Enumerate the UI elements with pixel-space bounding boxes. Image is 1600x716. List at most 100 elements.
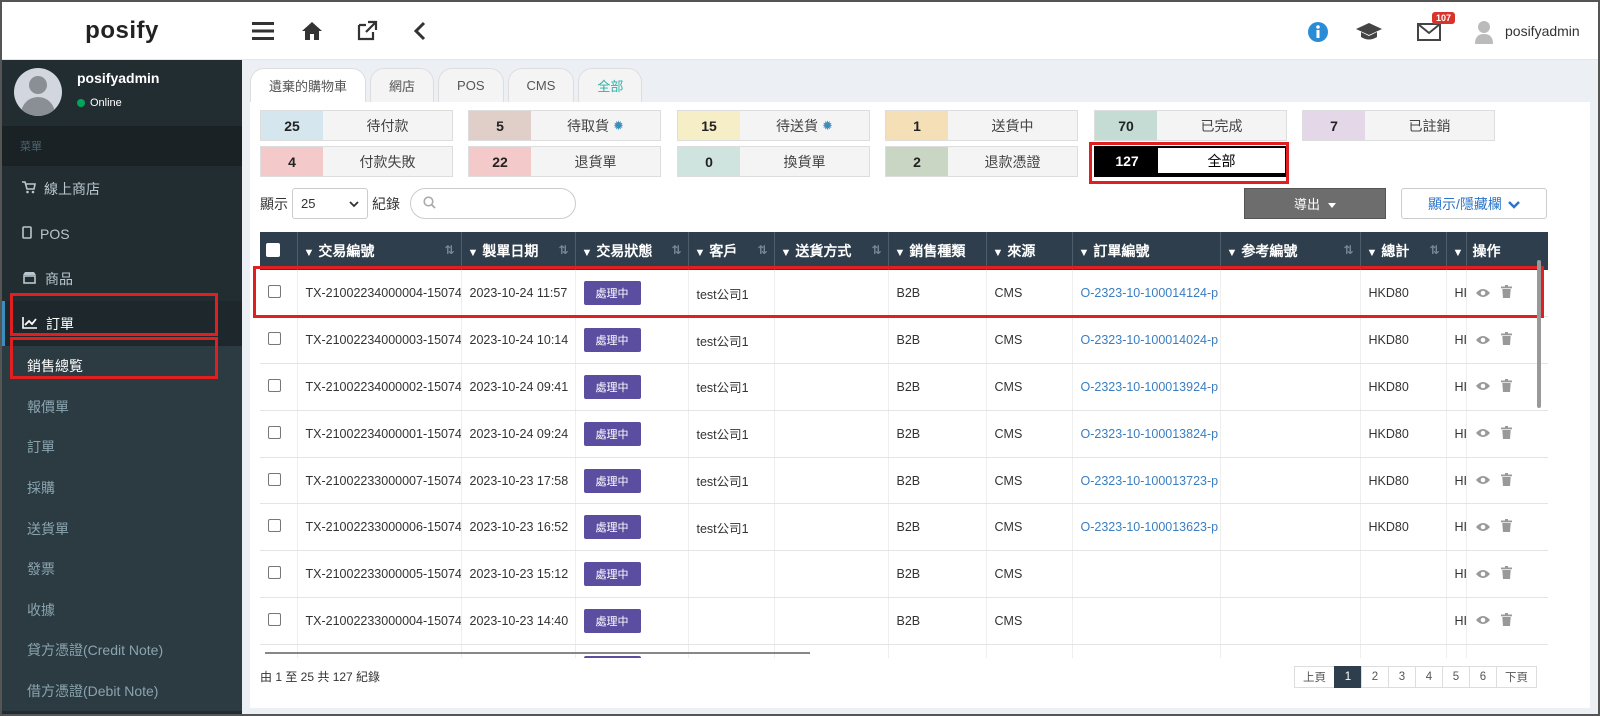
eye-icon[interactable] — [1475, 286, 1491, 301]
sidebar-item-pos[interactable]: POS — [2, 211, 242, 256]
table-row[interactable]: TX-21002233000004-15074 2023-10-23 14:40 處… — [260, 597, 1548, 645]
trash-icon[interactable] — [1500, 285, 1512, 301]
header-order-no[interactable]: ▼ 訂單編號 — [1072, 232, 1221, 270]
stat-payment-failed[interactable]: 4 付款失敗 — [260, 146, 453, 177]
gear-icon[interactable]: ✹ — [613, 118, 624, 134]
stat-pending-delivery[interactable]: 15 待送貨 ✹ — [677, 110, 870, 141]
page-button[interactable]: 2 — [1361, 666, 1389, 688]
sort-icon[interactable]: ⇅ — [444, 243, 454, 257]
filter-icon[interactable]: ▼ — [1227, 247, 1238, 259]
eye-icon[interactable] — [1475, 613, 1491, 628]
header-sales-type[interactable]: ▼ 銷售種類 — [888, 232, 987, 270]
graduation-cap-icon[interactable] — [1355, 18, 1383, 46]
topbar-username[interactable]: posifyadmin — [1505, 23, 1580, 39]
eye-icon[interactable] — [1475, 426, 1491, 441]
filter-icon[interactable]: ▼ — [695, 247, 706, 259]
sidebar-item-products[interactable]: 商品 — [2, 256, 242, 301]
row-checkbox[interactable] — [268, 519, 281, 533]
table-row[interactable]: TX-21002234000001-15074 2023-10-24 09:24 處… — [260, 410, 1548, 458]
hamburger-menu-icon[interactable] — [250, 18, 276, 44]
app-logo[interactable]: posify — [2, 2, 242, 60]
page-button[interactable]: 4 — [1415, 666, 1443, 688]
header-delivery-method[interactable]: ▼ 送貨方式 ⇅ — [774, 232, 889, 270]
submenu-item-debit-note[interactable]: 借方憑證(Debit Note) — [2, 671, 242, 712]
page-size-select[interactable]: 25 — [292, 188, 368, 219]
filter-icon[interactable]: ▼ — [1453, 247, 1464, 259]
cell-order-no[interactable]: O-2323-10-100013623-p — [1072, 503, 1221, 552]
submenu-item-invoice[interactable]: 發票 — [2, 549, 242, 590]
sort-icon[interactable]: ⇅ — [871, 243, 881, 257]
filter-icon[interactable]: ▼ — [1367, 247, 1378, 259]
header-source[interactable]: ▼ 來源 — [986, 232, 1073, 270]
header-total[interactable]: ▼ 總計 ⇅ — [1360, 232, 1447, 270]
tab-abandoned-cart[interactable]: 遺棄的購物車 — [250, 68, 367, 102]
stat-pending-payment[interactable]: 25 待付款 — [260, 110, 453, 141]
cell-order-no[interactable]: O-2323-10-100013824-p — [1072, 410, 1221, 458]
row-checkbox[interactable] — [268, 472, 281, 486]
user-avatar-icon[interactable] — [1470, 18, 1498, 46]
cell-order-no[interactable] — [1072, 597, 1221, 645]
row-checkbox[interactable] — [268, 285, 281, 299]
tab-online-store[interactable]: 網店 — [370, 68, 435, 102]
eye-icon[interactable] — [1475, 333, 1491, 348]
sort-icon[interactable]: ⇅ — [671, 243, 681, 257]
filter-icon[interactable]: ▼ — [304, 247, 315, 259]
select-all-checkbox[interactable] — [266, 242, 280, 257]
filter-icon[interactable]: ▼ — [468, 247, 479, 259]
back-chevron-icon[interactable] — [407, 18, 433, 44]
stat-all[interactable]: 127 全部 — [1094, 146, 1287, 177]
submenu-item-sales-overview[interactable]: 銷售總覧 — [2, 346, 242, 387]
submenu-item-quotation[interactable]: 報價單 — [2, 387, 242, 428]
cell-select[interactable] — [260, 363, 298, 411]
cell-select[interactable] — [260, 503, 298, 552]
row-checkbox[interactable] — [268, 378, 281, 392]
table-row[interactable]: TX-21002233000005-15074 2023-10-23 15:12 處… — [260, 550, 1548, 599]
trash-icon[interactable] — [1500, 332, 1512, 348]
page-button[interactable]: 5 — [1442, 666, 1470, 688]
cell-order-no[interactable]: O-2323-10-100014124-p — [1072, 270, 1221, 318]
tab-pos[interactable]: POS — [438, 68, 504, 102]
filter-icon[interactable]: ▼ — [781, 247, 792, 259]
header-customer[interactable]: ▼ 客戶 ⇅ — [688, 232, 775, 270]
table-row[interactable]: TX-21002233000007-15074 2023-10-23 17:58 處… — [260, 457, 1548, 505]
eye-icon[interactable] — [1475, 473, 1491, 488]
cell-order-no[interactable] — [1072, 644, 1221, 658]
trash-icon[interactable] — [1500, 519, 1512, 535]
header-created-date[interactable]: ▼ 製單日期 ⇅ — [461, 232, 576, 270]
external-link-icon[interactable] — [354, 18, 380, 44]
page-button[interactable]: 6 — [1469, 666, 1497, 688]
header-reference-no[interactable]: ▼ 参考編號 ⇅ — [1220, 232, 1361, 270]
eye-icon[interactable] — [1475, 379, 1491, 394]
sort-icon[interactable]: ⇅ — [558, 243, 568, 257]
gear-icon[interactable]: ✹ — [822, 118, 833, 134]
next-page-button[interactable]: 下頁 — [1496, 666, 1537, 688]
select-all-header[interactable] — [260, 232, 298, 270]
row-checkbox[interactable] — [268, 332, 281, 346]
trash-icon[interactable] — [1500, 425, 1512, 442]
sidebar-item-online-shop[interactable]: 線上商店 — [2, 166, 242, 211]
stat-cancelled[interactable]: 7 已註銷 — [1302, 110, 1495, 141]
info-icon[interactable] — [1304, 18, 1332, 46]
mail-icon[interactable]: 107 — [1415, 12, 1455, 46]
toggle-columns-button[interactable]: 顯示/隱藏欄 — [1401, 188, 1547, 219]
cell-select[interactable] — [260, 597, 298, 645]
table-row[interactable]: TX-21002234000003-15074 2023-10-24 10:14 處… — [260, 316, 1548, 365]
header-truncated[interactable]: ▼ — [1446, 232, 1467, 270]
row-checkbox[interactable] — [268, 612, 281, 626]
table-row[interactable]: TX-21002233000006-15074 2023-10-23 16:52 處… — [260, 503, 1548, 552]
stat-pending-pickup[interactable]: 5 待取貨 ✹ — [468, 110, 661, 141]
cell-select[interactable] — [260, 410, 298, 458]
tab-cms[interactable]: CMS — [507, 68, 575, 102]
cell-order-no[interactable]: O-2323-10-100014024-p — [1072, 316, 1221, 365]
stat-completed[interactable]: 70 已完成 — [1094, 110, 1287, 141]
eye-icon[interactable] — [1475, 520, 1491, 535]
trash-icon[interactable] — [1500, 472, 1512, 489]
tab-all[interactable]: 全部 — [578, 68, 643, 102]
sidebar-item-orders[interactable]: 訂單 — [2, 301, 242, 346]
filter-icon[interactable]: ▼ — [582, 247, 593, 259]
stat-shipping[interactable]: 1 送貨中 — [885, 110, 1078, 141]
page-button[interactable]: 3 — [1388, 666, 1416, 688]
filter-icon[interactable]: ▼ — [993, 247, 1004, 259]
cell-order-no[interactable] — [1072, 550, 1221, 599]
cell-select[interactable] — [260, 316, 298, 365]
